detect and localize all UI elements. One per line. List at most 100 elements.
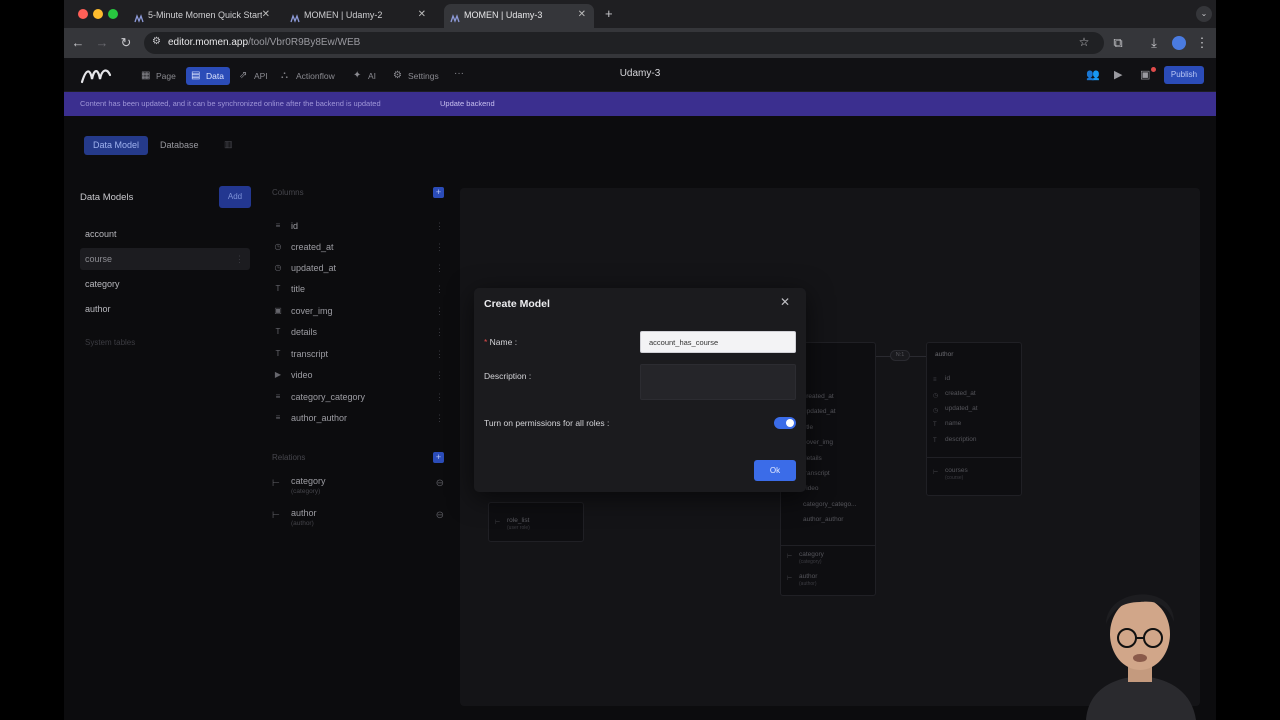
minimize-window-button[interactable] — [93, 9, 103, 19]
download-icon[interactable]: ⤓ — [1146, 35, 1162, 51]
browser-tab-active[interactable]: MOMEN | Udamy-3 ✕ — [444, 4, 594, 28]
close-tab-icon[interactable]: ✕ — [578, 4, 586, 26]
history-icon[interactable]: ▣ — [1140, 68, 1150, 81]
column-menu-icon[interactable]: ⋮ — [435, 344, 444, 364]
address-bar[interactable]: ⚙ editor.momen.app/tool/Vbr0R9By8Ew/WEB — [144, 32, 1104, 54]
permissions-toggle[interactable] — [774, 417, 796, 429]
column-item[interactable]: Ttranscript ⋮ — [272, 344, 444, 364]
browser-tab[interactable]: 5-Minute Momen Quick Start ✕ — [128, 4, 278, 28]
column-name: updated_at — [291, 263, 337, 273]
profile-avatar[interactable] — [1172, 36, 1186, 50]
field-type-icon: ≡ — [275, 392, 281, 401]
column-menu-icon[interactable]: ⋮ — [435, 408, 444, 428]
name-label: * Name : — [484, 337, 517, 347]
zoom-window-button[interactable] — [108, 9, 118, 19]
momen-favicon-icon — [134, 10, 144, 23]
column-item[interactable]: Tdetails ⋮ — [272, 322, 444, 342]
column-menu-icon[interactable]: ⋮ — [435, 322, 444, 342]
column-menu-icon[interactable]: ⋮ — [435, 258, 444, 278]
relation-remove-icon[interactable]: ⊖ — [436, 510, 444, 521]
nav-label: AI — [368, 71, 377, 81]
card-field: updated_at — [803, 408, 836, 415]
browser-tab[interactable]: MOMEN | Udamy-2 ✕ — [284, 4, 434, 28]
layout-toggle-icon[interactable]: ▥ — [224, 139, 233, 150]
system-tables-label[interactable]: System tables — [85, 338, 135, 347]
model-menu-icon[interactable]: ⋮ — [235, 248, 244, 270]
card-relation: courses — [945, 467, 968, 474]
nav-api[interactable]: ⇗ API — [234, 67, 274, 85]
banner-text: Content has been updated, and it can be … — [80, 99, 381, 108]
app-header: ▦ Page ▤ Data ⇗ API ⛬ Actionflow ✦ AI ⚙ Settin… — [64, 58, 1216, 92]
model-description-input[interactable] — [640, 364, 796, 400]
model-name-input[interactable] — [640, 331, 796, 353]
new-tab-icon[interactable]: + — [605, 6, 613, 21]
close-tab-icon[interactable]: ✕ — [262, 4, 270, 26]
close-icon[interactable]: ✕ — [780, 295, 790, 309]
close-tab-icon[interactable]: ✕ — [418, 4, 426, 26]
column-item[interactable]: ▣ cover_img ⋮ — [272, 301, 444, 321]
model-item-course[interactable]: course ⋮ — [80, 248, 250, 270]
preview-play-icon[interactable]: ▶ — [1114, 68, 1122, 81]
publish-button[interactable]: Publish — [1164, 66, 1204, 84]
column-item[interactable]: ◷ updated_at ⋮ — [272, 258, 445, 278]
model-item-author[interactable]: author — [80, 298, 250, 320]
presenter-webcam — [1064, 560, 1216, 720]
momen-logo[interactable] — [80, 65, 112, 90]
add-column-button[interactable]: + — [433, 187, 444, 198]
add-relation-button[interactable]: + — [433, 452, 444, 463]
model-card-account[interactable]: ⊢ role_list (user role) — [488, 502, 584, 542]
collaborators-icon[interactable]: 👥 — [1086, 68, 1100, 81]
column-item[interactable]: ◷ created_at ⋮ — [272, 237, 445, 257]
clock-icon: ◷ — [274, 263, 282, 272]
tab-database[interactable]: Database — [160, 136, 210, 155]
card-relation-sub: (category) — [799, 559, 822, 565]
nav-settings[interactable]: ⚙ Settings — [388, 67, 445, 85]
nav-data[interactable]: ▤ Data — [186, 67, 230, 85]
text-field-icon: T — [933, 438, 937, 444]
reload-icon[interactable]: ↻ — [118, 35, 134, 51]
model-item-category[interactable]: category — [80, 273, 250, 295]
site-settings-icon[interactable]: ⚙ — [152, 36, 161, 47]
notification-dot — [1151, 67, 1156, 72]
data-models-title: Data Models — [80, 192, 134, 203]
column-name: details — [291, 327, 318, 337]
tab-data-model[interactable]: Data Model — [84, 136, 148, 155]
column-item[interactable]: Ttitle ⋮ — [272, 279, 444, 299]
column-menu-icon[interactable]: ⋮ — [435, 216, 444, 236]
column-menu-icon[interactable]: ⋮ — [435, 301, 444, 321]
forward-arrow-icon[interactable]: → — [94, 35, 110, 50]
column-menu-icon[interactable]: ⋮ — [435, 387, 444, 407]
column-item[interactable]: ≡ category_category ⋮ — [272, 387, 444, 407]
card-field: id — [945, 375, 951, 382]
relation-remove-icon[interactable]: ⊖ — [436, 478, 444, 489]
nav-ai[interactable]: ✦ AI — [348, 67, 382, 85]
field-type-icon: ≡ — [275, 221, 281, 230]
column-item[interactable]: ≡ author_author ⋮ — [272, 408, 444, 428]
card-field-sub: (user role) — [507, 525, 530, 531]
model-card-author[interactable]: author ≡ id ◷ created_at ◷ updated_at T … — [926, 342, 1022, 496]
back-arrow-icon[interactable]: ← — [70, 35, 86, 50]
field-type-icon: ≡ — [275, 413, 281, 422]
permissions-label: Turn on permissions for all roles : — [484, 418, 610, 428]
text-field-icon: T — [275, 349, 281, 358]
bookmark-star-icon[interactable]: ☆ — [1076, 35, 1092, 49]
more-menu-icon[interactable]: ··· — [454, 68, 464, 79]
column-menu-icon[interactable]: ⋮ — [435, 279, 444, 299]
browser-menu-icon[interactable]: ⋮ — [1194, 35, 1210, 51]
relation-item[interactable]: ⊢ author (author) ⊖ — [272, 508, 444, 538]
nav-page[interactable]: ▦ Page — [136, 67, 182, 85]
column-item[interactable]: ≡ id ⋮ — [272, 216, 444, 236]
relation-item[interactable]: ⊢ category (category) ⊖ — [272, 476, 444, 506]
update-backend-link[interactable]: Update backend — [440, 99, 495, 108]
column-menu-icon[interactable]: ⋮ — [435, 365, 444, 385]
close-window-button[interactable] — [78, 9, 88, 19]
column-menu-icon[interactable]: ⋮ — [435, 237, 444, 257]
ok-button[interactable]: Ok — [754, 460, 796, 481]
tab-search-icon[interactable]: ⌄ — [1196, 6, 1212, 22]
add-model-button[interactable]: Add — [219, 186, 251, 208]
column-item[interactable]: ▶ video ⋮ — [272, 365, 444, 385]
browser-toolbar: ← → ↻ ⚙ editor.momen.app/tool/Vbr0R9By8E… — [64, 28, 1216, 58]
nav-actionflow[interactable]: ⛬ Actionflow — [276, 67, 341, 85]
extensions-icon[interactable]: ⧉ — [1110, 35, 1126, 51]
model-item-account[interactable]: account — [80, 223, 250, 245]
